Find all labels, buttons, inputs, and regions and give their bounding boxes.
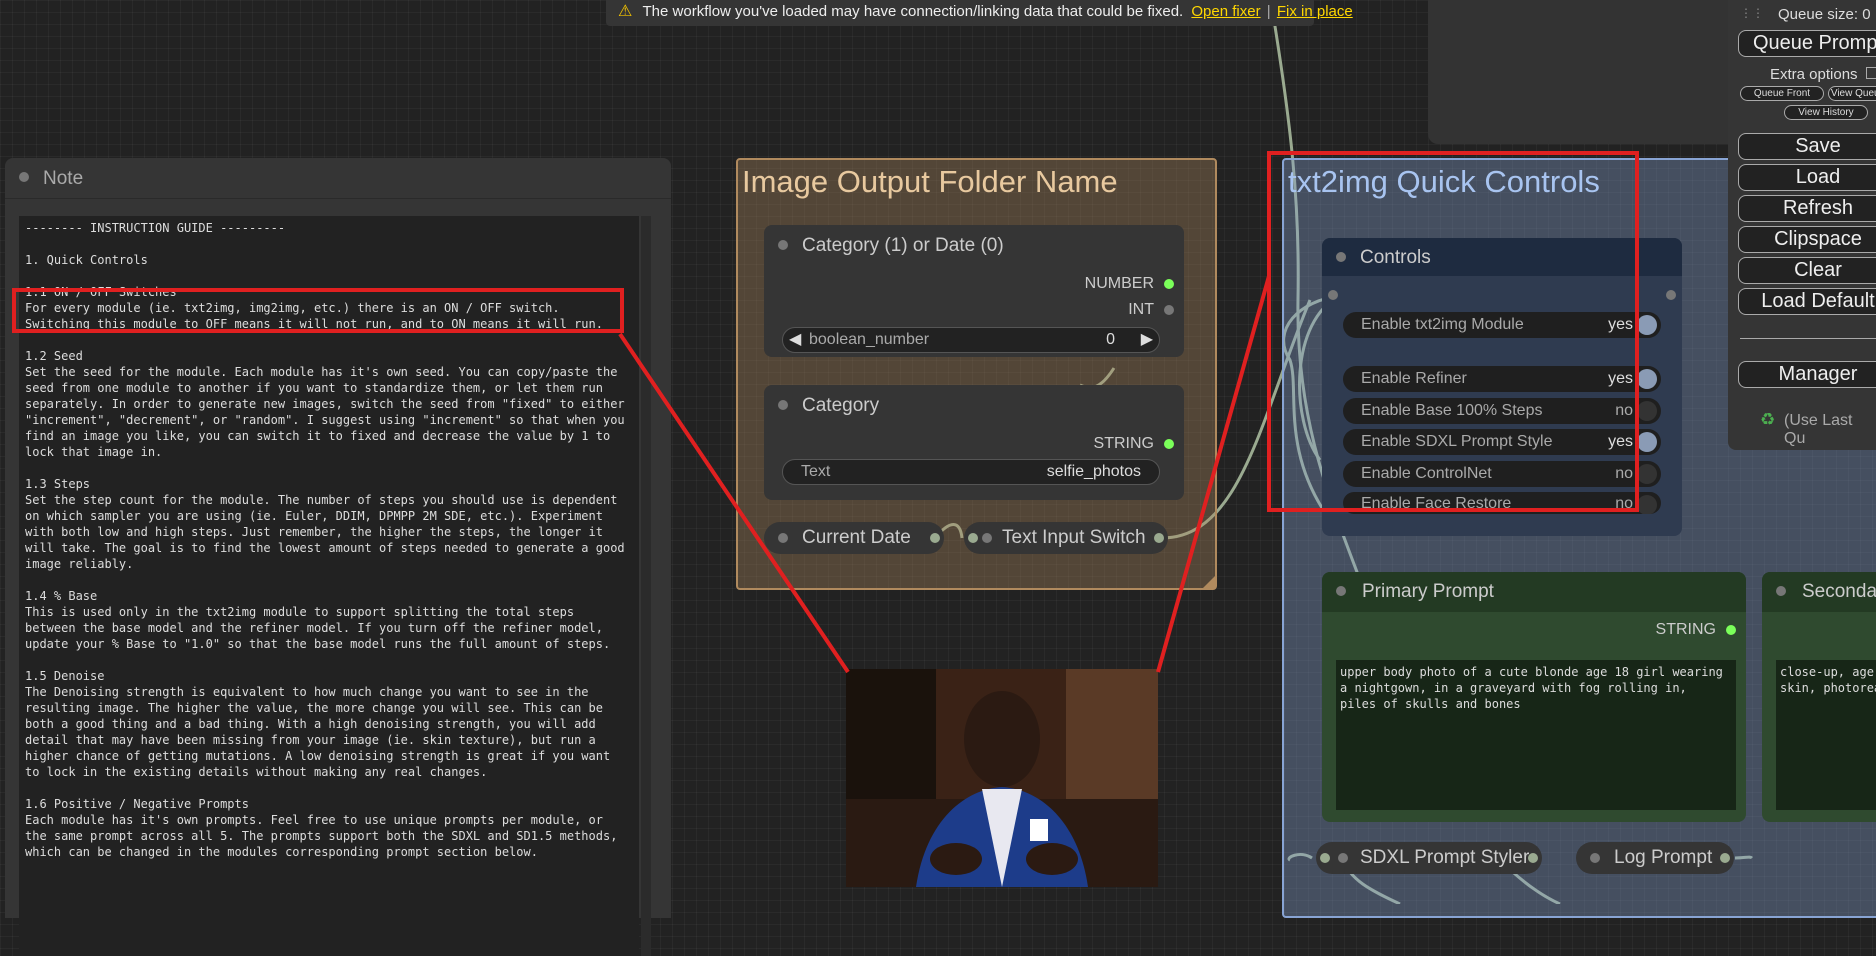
- highlight-line-left: [618, 332, 850, 674]
- highlight-line-right: [1156, 275, 1271, 673]
- highlight-box-onoff-text: [12, 288, 624, 333]
- highlight-box-quick-controls: [1267, 151, 1639, 512]
- highlight-annotations: [12, 151, 1639, 674]
